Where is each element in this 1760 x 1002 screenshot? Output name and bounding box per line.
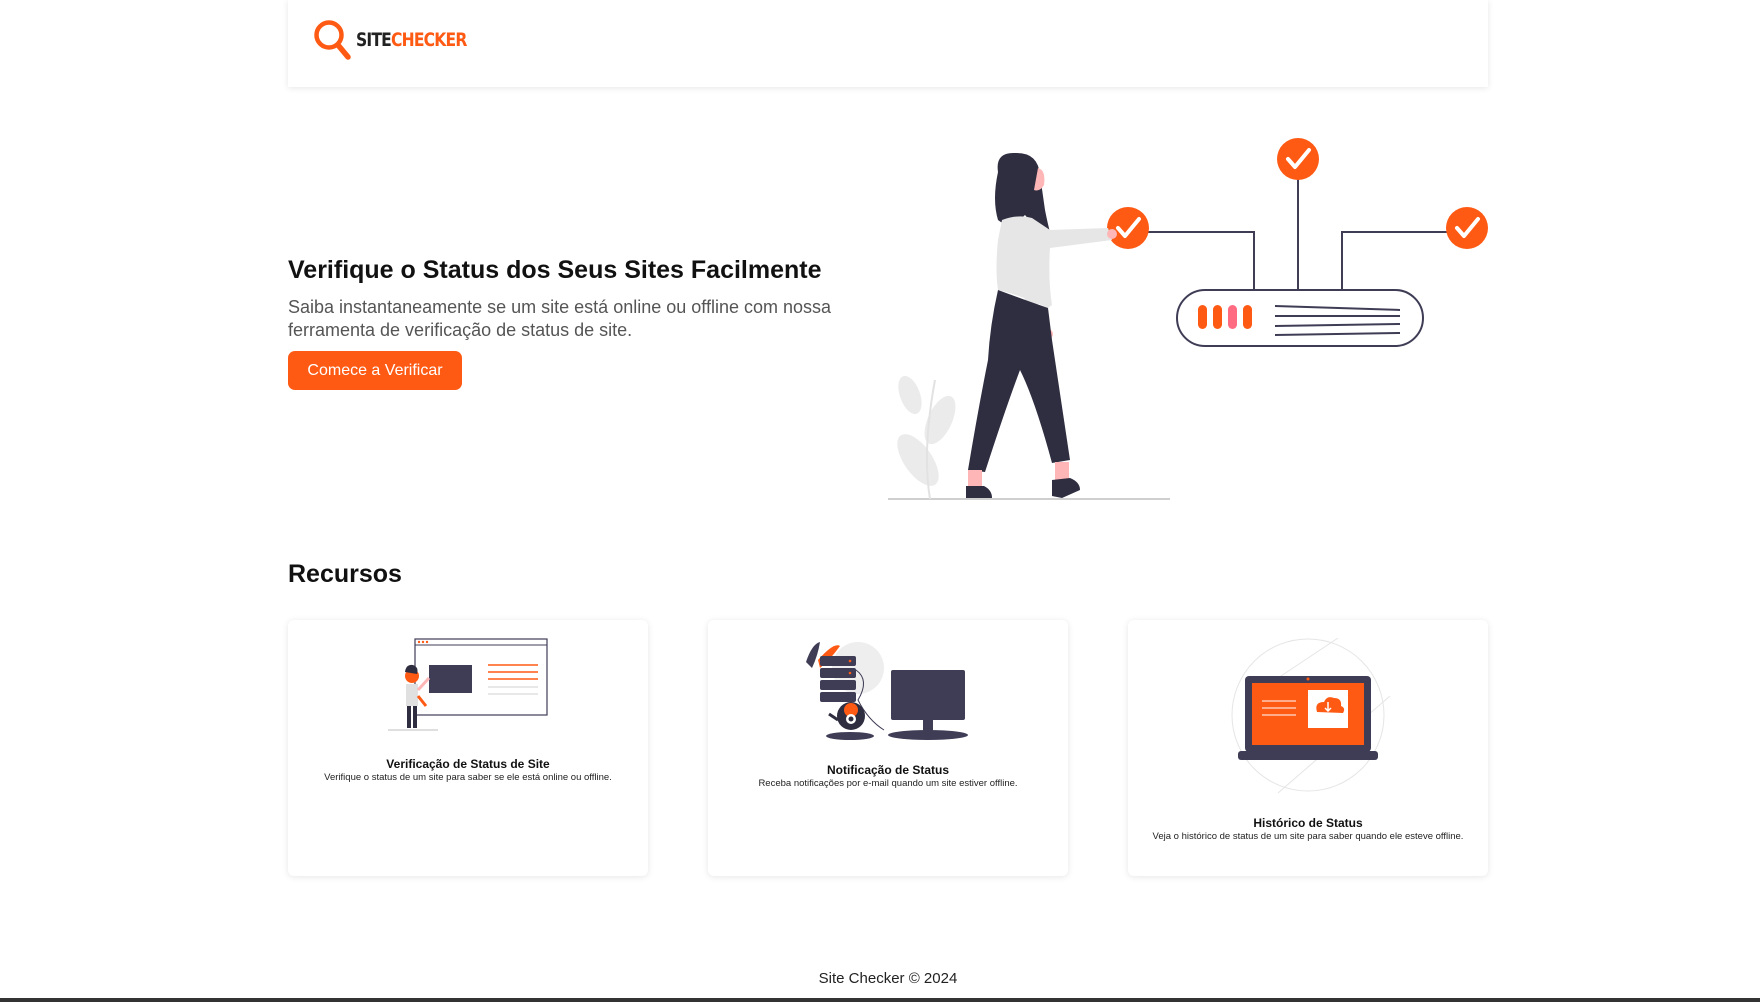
site-header: SITE CHECKER [288,0,1488,87]
hero-subtitle: Saiba instantaneamente se um site está o… [288,297,832,340]
bottom-bar [0,998,1760,1002]
server-monitor-illustration [806,642,968,740]
start-checking-button[interactable]: Comece a Verificar [288,351,462,390]
laptop-cloud-illustration [1231,638,1391,794]
plant-icon [897,375,956,500]
card-title: Verificação de Status de Site [386,757,550,771]
resources-title: Recursos [288,560,402,588]
logo-text-checker: CHECKER [391,29,467,51]
check-circle-icon [1277,138,1319,180]
site-logo[interactable]: SITE CHECKER [312,18,491,62]
card-title: Histórico de Status [1253,816,1363,830]
card-text: Receba notificações por e-mail quando um… [758,778,1018,789]
feature-card-history: Histórico de Status Veja o histórico de … [1128,620,1488,876]
check-circle-icon [1446,207,1488,249]
page: SITE CHECKER Verifique o Status dos Seus … [0,0,1760,1002]
check-circle-icon [1107,207,1149,249]
hero-title: Verifique o Status dos Seus Sites Facilm… [288,256,822,284]
card-text: Verifique o status de um site para saber… [324,772,612,783]
feature-card-notification: Notificação de Status Receba notificaçõe… [708,620,1068,876]
server-icon [1176,289,1424,347]
card-text: Veja o histórico de status de um site pa… [1152,831,1464,842]
card-title: Notificação de Status [826,763,950,777]
magnifier-icon [314,20,351,60]
hero-illustration [888,138,1488,500]
footer-copyright: Site Checker © 2024 [818,970,958,987]
logo-text-site: SITE [356,29,392,51]
feature-card-status-check: Verificação de Status de Site Verifique … [288,620,648,876]
person-presentation-illustration [388,638,548,731]
woman-figure [966,152,1117,498]
logo-wordmark: SITE CHECKER [356,29,467,51]
